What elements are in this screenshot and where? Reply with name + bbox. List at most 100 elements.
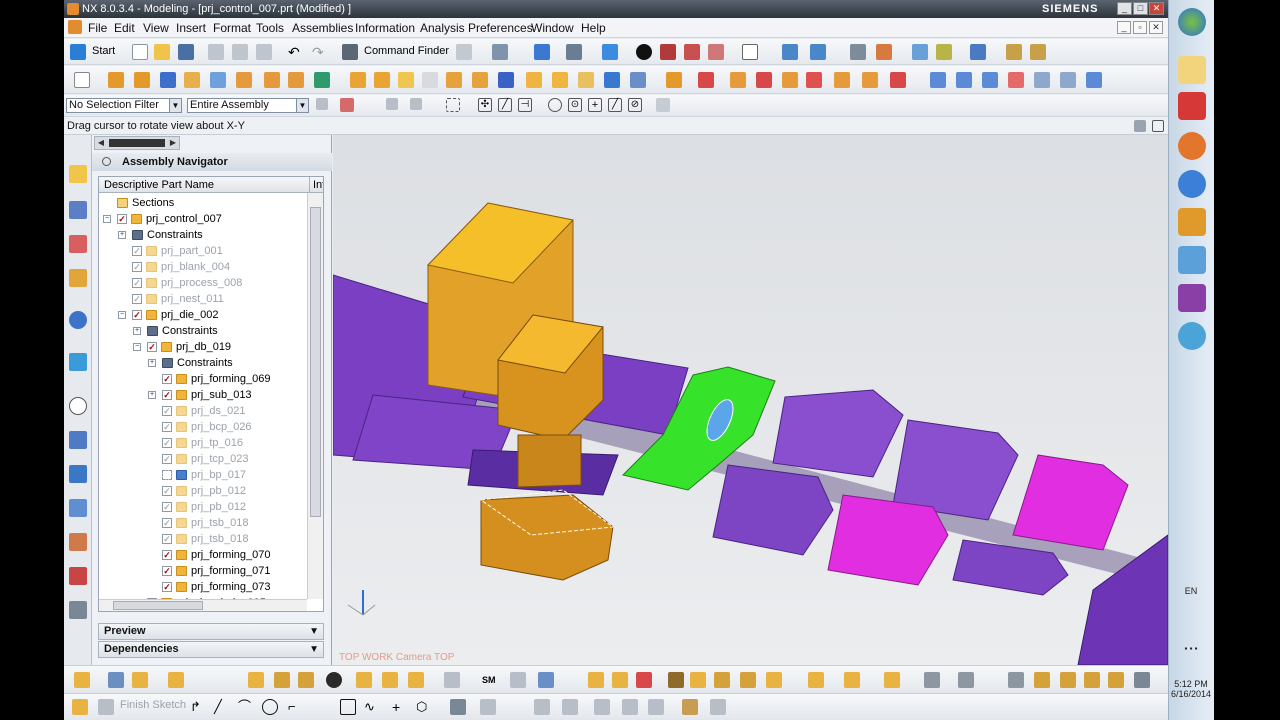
system-scenes-tab-icon[interactable] (69, 567, 87, 585)
visibility-checkbox[interactable]: ✓ (162, 406, 172, 416)
tree-row[interactable]: + ✓ prj_sub_013 (99, 387, 307, 403)
bottom-icon-01[interactable] (74, 672, 90, 688)
tree-row[interactable]: prj_bp_017 (99, 467, 307, 483)
wcs-icon[interactable] (876, 44, 892, 60)
surface-icon-c[interactable] (982, 72, 998, 88)
model-view[interactable] (333, 135, 1168, 665)
datum-icon[interactable] (604, 72, 620, 88)
bottom-icon-16[interactable] (612, 672, 628, 688)
sketch-icon-f[interactable] (594, 699, 610, 715)
studio-spline-icon[interactable]: ∿ (364, 699, 380, 715)
pencil-icon[interactable] (1030, 44, 1046, 60)
bottom-icon-24[interactable] (844, 672, 860, 688)
sketch-icon[interactable] (74, 72, 90, 88)
tree-row[interactable]: ✓ prj_tsb_018 (99, 515, 307, 531)
nx-icon[interactable] (1134, 672, 1150, 688)
bottom-icon-28[interactable] (1008, 672, 1024, 688)
visibility-checkbox[interactable]: ✓ (132, 310, 142, 320)
visibility-checkbox[interactable]: ✓ (132, 246, 142, 256)
menu-edit[interactable]: Edit (114, 21, 135, 35)
ie-icon[interactable] (1178, 170, 1206, 198)
point-icon[interactable]: + (392, 699, 408, 715)
static-wireframe-icon[interactable] (708, 44, 724, 60)
hscroll-thumb[interactable] (113, 601, 203, 610)
bottom-icon-21[interactable] (740, 672, 756, 688)
snap-endpoint-icon[interactable]: ✣ (478, 98, 492, 112)
app-icon[interactable] (1178, 322, 1206, 350)
profile-icon[interactable]: ↱ (190, 699, 206, 715)
sync-icon-h[interactable] (862, 72, 878, 88)
block-icon[interactable] (160, 72, 176, 88)
cut-icon[interactable] (208, 44, 224, 60)
tree-row[interactable]: ✓ prj_forming_070 (99, 547, 307, 563)
rectangle-icon[interactable] (340, 699, 356, 715)
tree-row[interactable]: ✓ prj_nest_011 (99, 291, 307, 307)
visibility-checkbox[interactable] (162, 470, 172, 480)
visibility-checkbox[interactable]: ✓ (162, 422, 172, 432)
tree-row[interactable]: ✓ prj_tsb_018 (99, 531, 307, 547)
snap-intersection-icon[interactable]: ╱ (608, 98, 622, 112)
tree-row[interactable]: + Constraints (99, 355, 307, 371)
section-icon[interactable] (782, 44, 798, 60)
column-info[interactable]: Inf (309, 177, 323, 193)
menu-information[interactable]: Information (355, 21, 415, 35)
tree-row[interactable]: ✓ prj_forming_073 (99, 579, 307, 595)
tree-row[interactable]: ✓ prj_tp_016 (99, 435, 307, 451)
firefox-icon[interactable] (1178, 132, 1206, 160)
shaded-icon[interactable] (636, 44, 652, 60)
snap-midpoint-icon[interactable]: ⊣ (518, 98, 532, 112)
sync-icon-c[interactable] (730, 72, 746, 88)
wireframe-icon[interactable] (684, 44, 700, 60)
sync-icon-b[interactable] (698, 72, 714, 88)
preview-panel-header[interactable]: Preview ▼ (98, 623, 324, 640)
menu-tools[interactable]: Tools (256, 21, 284, 35)
boss-icon[interactable] (236, 72, 252, 88)
revolve-icon[interactable] (134, 72, 150, 88)
pad-icon[interactable] (288, 72, 304, 88)
snap-line-icon[interactable]: ╱ (498, 98, 512, 112)
undo-icon[interactable]: ↶ (288, 44, 304, 60)
hole-icon[interactable] (210, 72, 226, 88)
tree-horizontal-scrollbar[interactable] (99, 599, 307, 611)
visibility-checkbox[interactable]: ✓ (132, 278, 142, 288)
bottom-icon-07[interactable] (298, 672, 314, 688)
visibility-checkbox[interactable]: ✓ (162, 390, 172, 400)
polygon-icon[interactable]: ⬡ (416, 699, 432, 715)
sync-icon-d[interactable] (756, 72, 772, 88)
redo-icon[interactable]: ↷ (312, 44, 328, 60)
clock-date[interactable]: 6/16/2014 (1168, 689, 1214, 699)
start-button[interactable]: Start (92, 45, 115, 57)
tree-vertical-scrollbar[interactable] (307, 193, 323, 599)
visibility-checkbox[interactable]: ✓ (162, 534, 172, 544)
sketch-icon-g[interactable] (622, 699, 638, 715)
finish-sketch-icon[interactable] (98, 699, 114, 715)
nx-taskbar-icon[interactable] (1178, 92, 1206, 120)
layer-icon[interactable] (850, 44, 866, 60)
sheet-metal-button[interactable]: SM (482, 675, 496, 685)
outlook-icon[interactable] (1178, 208, 1206, 236)
start-orb-icon[interactable] (1178, 8, 1206, 36)
sketch-icon-a[interactable] (72, 699, 88, 715)
new-icon[interactable] (132, 44, 148, 60)
tree-row[interactable]: + Constraints (99, 323, 307, 339)
unite-icon[interactable] (314, 72, 330, 88)
history-tab-icon[interactable] (69, 397, 87, 415)
visibility-checkbox[interactable]: ✓ (162, 518, 172, 528)
visibility-checkbox[interactable]: ✓ (162, 486, 172, 496)
constraint-navigator-tab-icon[interactable] (69, 201, 87, 219)
menu-assemblies[interactable]: Assemblies (292, 21, 353, 35)
draft-icon[interactable] (422, 72, 438, 88)
tree-row[interactable]: ✓ prj_forming_071 (99, 563, 307, 579)
filter-icon-d[interactable] (410, 98, 422, 110)
bottom-icon-05[interactable] (248, 672, 264, 688)
bottom-icon-06[interactable] (274, 672, 290, 688)
visibility-checkbox[interactable]: ✓ (147, 342, 157, 352)
cylinder-icon[interactable] (184, 72, 200, 88)
snap-tangent-icon[interactable]: ⊘ (628, 98, 642, 112)
status-icon-a[interactable] (1134, 120, 1146, 132)
arc-icon[interactable]: ⌒ (238, 699, 254, 715)
minimize-button[interactable]: _ (1117, 2, 1132, 15)
clock-time[interactable]: 5:12 PM (1168, 679, 1214, 689)
tool-icon-b[interactable] (492, 44, 508, 60)
bottom-icon-08[interactable] (326, 672, 342, 688)
